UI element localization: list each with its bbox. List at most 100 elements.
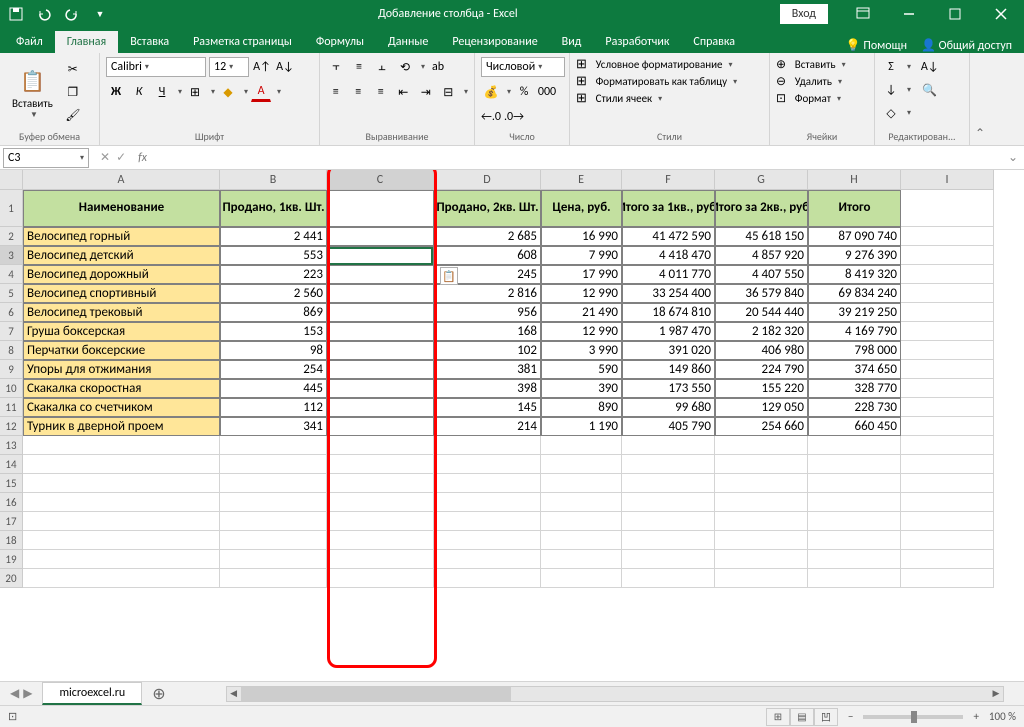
cell[interactable] [901,455,994,474]
name-cell[interactable]: Груша боксерская [23,322,220,341]
cell[interactable] [808,512,901,531]
data-cell[interactable]: 98 [220,341,327,360]
data-cell[interactable]: 398 [434,379,541,398]
row-header[interactable]: 3 [0,246,23,265]
data-cell[interactable] [327,246,434,265]
cell[interactable] [327,531,434,550]
data-cell[interactable]: 4 418 470 [622,246,715,265]
data-cell[interactable] [327,379,434,398]
number-format-combo[interactable]: Числовой▾ [481,57,565,77]
cell[interactable] [622,569,715,588]
row-header[interactable]: 20 [0,569,23,588]
maximize-icon[interactable] [932,0,978,28]
cell[interactable] [715,569,808,588]
data-cell[interactable]: 660 450 [808,417,901,436]
name-cell[interactable]: Велосипед горный [23,227,220,246]
increase-indent-icon[interactable]: ⇥ [416,82,436,102]
row-header[interactable]: 16 [0,493,23,512]
format-table-button[interactable]: ⊞ Форматировать как таблицу▾ [576,74,763,89]
undo-icon[interactable] [34,4,54,24]
decrease-font-icon[interactable]: A↓ [275,57,295,77]
row-header[interactable]: 18 [0,531,23,550]
cell[interactable] [23,531,220,550]
data-cell[interactable]: 149 860 [622,360,715,379]
data-cell[interactable] [327,303,434,322]
cell[interactable] [808,455,901,474]
cell[interactable] [541,512,622,531]
cell[interactable] [622,474,715,493]
cell[interactable] [220,436,327,455]
clear-icon[interactable]: ◇ [881,103,901,123]
cell[interactable] [901,190,994,227]
cell[interactable] [220,493,327,512]
cell[interactable] [622,436,715,455]
row-header[interactable]: 9 [0,360,23,379]
align-left-icon[interactable]: ≡ [326,82,346,102]
data-cell[interactable]: 2 560 [220,284,327,303]
data-cell[interactable]: 3 990 [541,341,622,360]
tab-view[interactable]: Вид [550,31,594,53]
cell[interactable] [434,550,541,569]
cell[interactable] [327,512,434,531]
data-cell[interactable]: 254 660 [715,417,808,436]
data-cell[interactable]: 102 [434,341,541,360]
data-cell[interactable]: 890 [541,398,622,417]
row-header[interactable]: 11 [0,398,23,417]
cell[interactable] [808,531,901,550]
data-cell[interactable]: 9 276 390 [808,246,901,265]
row-header[interactable]: 6 [0,303,23,322]
percent-icon[interactable]: % [514,82,534,102]
wrap-text-icon[interactable]: ab [428,57,448,77]
cell[interactable] [434,474,541,493]
decrease-indent-icon[interactable]: ⇤ [394,82,414,102]
cell[interactable] [901,550,994,569]
cell[interactable] [434,569,541,588]
cell[interactable] [901,246,994,265]
cell[interactable] [23,455,220,474]
column-header[interactable]: C [327,170,434,190]
paste-options-icon[interactable]: 📋 [440,267,458,285]
align-top-icon[interactable]: ⫟ [326,57,346,77]
cell-styles-button[interactable]: ⊞ Стили ячеек▾ [576,91,763,106]
tab-review[interactable]: Рецензирование [440,31,549,53]
data-cell[interactable] [327,322,434,341]
row-header[interactable]: 4 [0,265,23,284]
data-cell[interactable]: 21 490 [541,303,622,322]
cell[interactable] [901,265,994,284]
data-cell[interactable]: 328 770 [808,379,901,398]
data-cell[interactable]: 12 990 [541,284,622,303]
header-cell[interactable]: Продано, 2кв. Шт. [434,190,541,227]
data-cell[interactable]: 869 [220,303,327,322]
cell[interactable] [715,493,808,512]
tab-home[interactable]: Главная [55,31,118,53]
fill-color-icon[interactable]: ◆ [218,82,238,102]
data-cell[interactable]: 4 857 920 [715,246,808,265]
add-sheet-button[interactable]: ⊕ [142,684,175,704]
underline-button[interactable]: Ч [152,82,172,102]
data-cell[interactable]: 445 [220,379,327,398]
data-cell[interactable]: 2 816 [434,284,541,303]
cell[interactable] [808,569,901,588]
cell[interactable] [901,341,994,360]
data-cell[interactable]: 4 169 790 [808,322,901,341]
sort-filter-icon[interactable]: A↓ [920,57,940,77]
align-middle-icon[interactable]: ≡ [349,57,369,77]
data-cell[interactable]: 12 990 [541,322,622,341]
data-cell[interactable]: 16 990 [541,227,622,246]
row-header[interactable]: 17 [0,512,23,531]
cell[interactable] [327,474,434,493]
data-cell[interactable] [327,417,434,436]
cell[interactable] [808,436,901,455]
data-cell[interactable]: 1 190 [541,417,622,436]
tab-data[interactable]: Данные [376,31,440,53]
cell[interactable] [715,436,808,455]
data-cell[interactable]: 145 [434,398,541,417]
comma-icon[interactable]: 000 [537,82,557,102]
data-cell[interactable] [327,265,434,284]
minimize-icon[interactable] [886,0,932,28]
cell[interactable] [622,455,715,474]
normal-view-icon[interactable]: ⊞ [766,708,790,726]
header-cell[interactable]: Итого за 1кв., руб. [622,190,715,227]
data-cell[interactable]: 153 [220,322,327,341]
italic-button[interactable]: К [129,82,149,102]
